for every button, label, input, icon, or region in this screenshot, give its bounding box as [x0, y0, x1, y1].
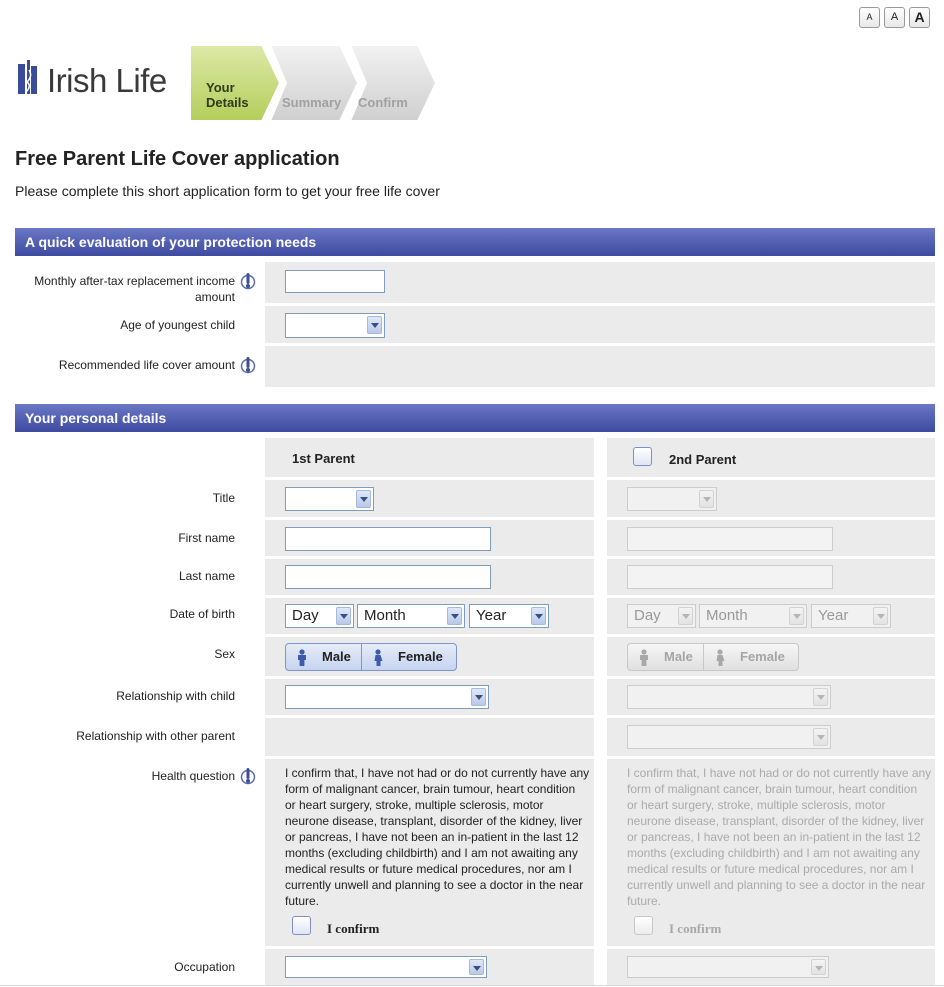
parent1-dob-month-select[interactable]: Month — [357, 604, 465, 628]
parent1-confirm-label: I confirm — [327, 921, 380, 936]
occupation-label: Occupation — [174, 960, 235, 974]
age-youngest-child-label: Age of youngest child — [120, 318, 235, 332]
chevron-down-icon — [813, 728, 828, 746]
parent2-dob-day-select[interactable]: Day — [627, 604, 696, 628]
chevron-down-icon — [447, 607, 462, 625]
title-label: Title — [212, 491, 235, 505]
parent2-heading: 2nd Parent — [669, 452, 737, 467]
step-your-details: Your Details — [206, 80, 249, 110]
chevron-down-icon — [873, 607, 888, 625]
age-youngest-child-select[interactable] — [285, 313, 385, 338]
parent1-dob-day-select[interactable]: Day — [285, 604, 354, 628]
parent2-title-select[interactable] — [627, 487, 717, 511]
info-icon[interactable] — [240, 767, 256, 785]
parent1-heading: 1st Parent — [292, 451, 355, 466]
parent2-dob-month-select[interactable]: Month — [699, 604, 807, 628]
section-evaluation-heading: A quick evaluation of your protection ne… — [15, 228, 935, 256]
info-icon[interactable] — [240, 356, 256, 374]
first-name-label: First name — [178, 531, 235, 545]
section-personal-heading: Your personal details — [15, 404, 935, 432]
parent2-header-bg — [607, 438, 935, 477]
row-relparent-bg-1 — [265, 718, 594, 756]
parent2-last-name-input[interactable] — [627, 565, 833, 589]
parent1-female-button[interactable]: Female — [361, 643, 457, 671]
step-confirm: Confirm — [358, 95, 408, 110]
parent2-confirm-checkbox[interactable] — [634, 916, 653, 935]
sex-label: Sex — [214, 647, 235, 661]
parent2-health-text: I confirm that, I have not had or do not… — [627, 766, 932, 908]
parent1-relationship-child-select[interactable] — [285, 685, 489, 709]
parent1-confirm-checkbox[interactable] — [292, 916, 311, 935]
parent1-first-name-input[interactable] — [285, 527, 491, 551]
parent2-relationship-parent-select[interactable] — [627, 725, 831, 749]
chevron-down-icon — [811, 959, 826, 975]
parent2-occupation-select[interactable] — [627, 956, 829, 978]
chevron-down-icon — [531, 607, 546, 625]
relationship-child-label: Relationship with child — [116, 689, 235, 703]
page-title: Free Parent Life Cover application — [15, 148, 340, 170]
parent2-first-name-input[interactable] — [627, 527, 833, 551]
chevron-down-icon — [336, 607, 351, 625]
female-icon — [374, 649, 383, 666]
parent2-male-button[interactable]: Male — [627, 643, 704, 671]
parent1-dob-year-select[interactable]: Year — [469, 604, 549, 628]
parent2-confirm-label: I confirm — [669, 921, 722, 936]
chevron-down-icon — [813, 688, 828, 706]
chevron-down-icon — [356, 490, 371, 508]
chevron-down-icon — [469, 959, 484, 975]
parent2-female-button[interactable]: Female — [703, 643, 799, 671]
parent1-title-select[interactable] — [285, 487, 374, 511]
step-summary: Summary — [282, 95, 342, 110]
chevron-down-icon — [471, 688, 486, 706]
parent2-relationship-child-select[interactable] — [627, 685, 831, 709]
font-size-small-button[interactable]: A — [859, 7, 880, 28]
font-size-medium-button[interactable]: A — [884, 7, 905, 28]
bottom-divider — [0, 985, 944, 986]
chevron-down-icon — [699, 490, 714, 508]
chevron-down-icon — [367, 316, 382, 334]
dob-label: Date of birth — [169, 607, 235, 621]
parent2-checkbox[interactable] — [633, 447, 652, 466]
male-icon — [640, 649, 648, 666]
parent1-male-button[interactable]: Male — [285, 643, 362, 671]
parent2-dob-year-select[interactable]: Year — [811, 604, 891, 628]
parent1-last-name-input[interactable] — [285, 565, 491, 589]
recommended-cover-label: Recommended life cover amount — [58, 358, 235, 372]
last-name-label: Last name — [178, 569, 235, 583]
chevron-down-icon — [789, 607, 804, 625]
brand-logo-icon — [18, 60, 37, 94]
relationship-parent-label: Relationship with other parent — [76, 729, 235, 743]
info-icon[interactable] — [240, 272, 256, 290]
page-intro: Please complete this short application f… — [15, 183, 440, 199]
income-input[interactable] — [285, 270, 385, 293]
brand-name: Irish Life — [47, 62, 167, 99]
font-size-large-button[interactable]: A — [909, 7, 930, 28]
progress-steps: Your Details Summary Confirm — [190, 45, 440, 125]
parent1-health-text: I confirm that, I have not had or do not… — [285, 766, 590, 908]
row-recommended-bg — [265, 346, 935, 387]
income-label: Monthly after-tax replacement income amo… — [34, 274, 235, 304]
health-question-label: Health question — [151, 769, 235, 783]
parent1-occupation-select[interactable] — [285, 956, 487, 978]
male-icon — [298, 649, 306, 666]
chevron-down-icon — [678, 607, 693, 625]
female-icon — [716, 649, 725, 666]
